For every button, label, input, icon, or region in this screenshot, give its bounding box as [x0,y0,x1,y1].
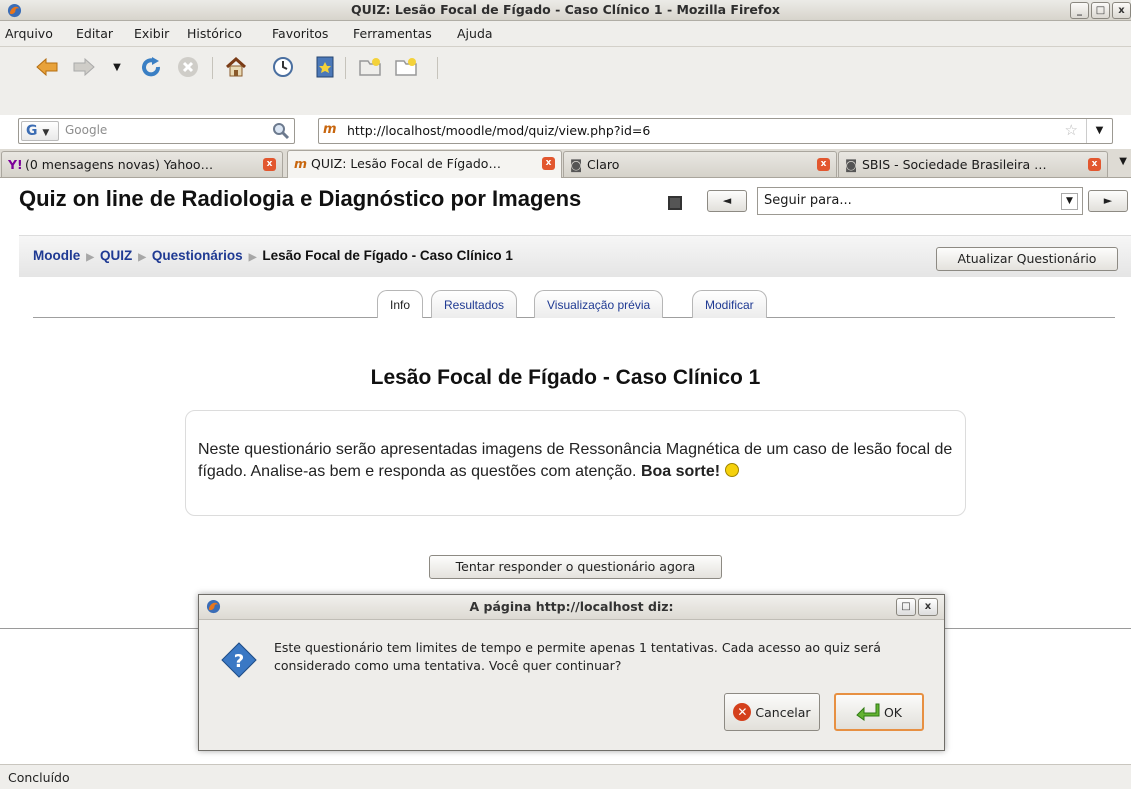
calculator-icon[interactable] [668,196,682,210]
attempt-quiz-button[interactable]: Tentar responder o questionário agora [429,555,722,579]
cancel-label: Cancelar [755,704,811,720]
menu-editar[interactable]: Editar [76,26,113,41]
close-tab-icon[interactable]: x [263,158,276,171]
tab-claro[interactable]: ◙ Claro x [563,151,837,177]
quiz-title: Lesão Focal de Fígado - Caso Clínico 1 [370,366,761,389]
tab-visualizacao-previa[interactable]: Visualização prévia [534,290,664,318]
quiz-intro-bold: Boa sorte! [640,463,721,480]
forward-arrow-icon[interactable] [70,53,98,81]
tab-bar: Y! (0 mensagens novas) Yahoo… x m QUIZ: Le… [0,149,1131,178]
chevron-down-icon: ▼ [1061,193,1078,210]
breadcrumb-separator-icon: ▶ [138,252,146,263]
dialog-message: Este questionário tem limites de tempo e… [274,640,881,673]
breadcrumb-separator-icon: ▶ [248,252,257,263]
menu-favoritos[interactable]: Favoritos [272,26,328,41]
question-icon: ? [221,642,257,678]
smiley-icon [724,463,739,477]
cancel-button[interactable]: ✕ Cancelar [724,693,820,731]
url-dropdown-icon[interactable]: ▼ [1086,119,1112,143]
ok-label: OK [883,704,903,720]
svg-text:?: ? [234,651,244,672]
prev-activity-button[interactable]: ◄ [707,190,747,212]
home-icon[interactable] [222,53,250,81]
update-quiz-button[interactable]: Atualizar Questionário [936,247,1118,271]
new-folder-icon[interactable] [392,53,420,81]
menu-arquivo[interactable]: Arquivo [5,26,53,41]
new-bookmark-icon[interactable] [356,53,384,81]
quiz-intro: Neste questionário serão apresentadas im… [198,439,958,483]
menu-bar: Arquivo Editar Exibir Histórico Favorito… [0,21,1131,47]
history-clock-icon[interactable] [269,53,297,81]
confirm-dialog: A página http://localhost diz: □ x ? Est… [198,594,945,751]
menu-exibir[interactable]: Exibir [134,26,169,41]
tab-label: Claro [587,157,620,172]
tab-label: SBIS - Sociedade Brasileira … [862,157,1047,172]
module-tabs: Info Resultados Visualização prévia Modi… [33,286,1115,318]
tab-yahoo[interactable]: Y! (0 mensagens novas) Yahoo… x [1,151,283,177]
jump-to-select[interactable]: Seguir para... ▼ [757,187,1083,215]
breadcrumb-separator-icon: ▶ [86,252,94,263]
dialog-titlebar: A página http://localhost diz: □ x [199,595,944,620]
cancel-icon: ✕ [733,703,752,721]
window-titlebar: QUIZ: Lesão Focal de Fígado - Caso Clíni… [0,0,1131,21]
dialog-maximize-button[interactable]: □ [896,598,916,616]
site-title: Quiz on line de Radiologia e Diagnóstico… [19,186,582,211]
dialog-close-button[interactable]: x [918,598,938,616]
reload-icon[interactable] [137,53,165,81]
google-engine-icon: G [26,123,38,139]
page-icon: ◙ [570,157,583,172]
tab-info[interactable]: Info [377,290,424,318]
bookmark-icon[interactable] [311,53,339,81]
navigation-toolbar: ▼ [0,47,1131,115]
window-title: QUIZ: Lesão Focal de Fígado - Caso Clíni… [351,2,780,17]
tab-sbis[interactable]: ◙ SBIS - Sociedade Brasileira … x [838,151,1108,177]
search-placeholder: Google [65,123,108,137]
minimize-button[interactable]: _ [1070,2,1089,19]
breadcrumb-moodle[interactable]: Moodle [33,248,80,263]
enter-arrow-icon [856,703,880,721]
url-text[interactable]: http://localhost/moodle/mod/quiz/view.ph… [347,123,650,138]
moodle-icon: m [294,156,308,171]
breadcrumb-questionarios[interactable]: Questionários [152,248,243,263]
stop-icon[interactable] [174,53,202,81]
history-dropdown-icon[interactable]: ▼ [103,53,131,81]
maximize-button[interactable]: □ [1091,2,1110,19]
quiz-intro-text: Neste questionário serão apresentadas im… [198,441,953,480]
search-icon[interactable] [272,122,290,140]
ok-button[interactable]: OK [834,693,924,731]
next-activity-button[interactable]: ► [1088,190,1128,212]
breadcrumb-current: Lesão Focal de Fígado - Caso Clínico 1 [262,248,513,263]
tab-resultados[interactable]: Resultados [431,290,518,318]
address-bar[interactable]: m http://localhost/moodle/mod/quiz/view.… [318,118,1113,144]
breadcrumb-quiz[interactable]: QUIZ [100,248,132,263]
jump-to-value: Seguir para... [764,193,852,208]
close-tab-icon[interactable]: x [817,158,830,171]
bookmark-star-icon[interactable]: ☆ [1065,121,1078,139]
dialog-title: A página http://localhost diz: [469,599,674,614]
menu-ajuda[interactable]: Ajuda [457,26,493,41]
close-window-button[interactable]: x [1112,2,1131,19]
quiz-intro-box: Neste questionário serão apresentadas im… [185,410,966,516]
tab-label: (0 mensagens novas) Yahoo… [25,157,214,172]
tab-list-dropdown-icon[interactable]: ▼ [1119,156,1127,167]
search-engine-button[interactable]: G ▼ [21,121,59,141]
menu-ferramentas[interactable]: Ferramentas [353,26,432,41]
status-bar: Concluído [0,764,1131,789]
page-icon: ◙ [845,157,858,172]
close-tab-icon[interactable]: x [542,157,555,170]
moodle-favicon-icon: m [323,122,337,137]
close-tab-icon[interactable]: x [1088,158,1101,171]
search-input[interactable]: G ▼ Google [18,118,295,144]
tab-label: QUIZ: Lesão Focal de Fígado… [311,156,501,171]
yahoo-icon: Y! [8,157,23,172]
back-arrow-icon[interactable] [33,53,61,81]
tab-modificar[interactable]: Modificar [692,290,767,318]
status-text: Concluído [8,770,70,785]
tab-quiz[interactable]: m QUIZ: Lesão Focal de Fígado… x [287,150,562,178]
menu-historico[interactable]: Histórico [187,26,242,41]
